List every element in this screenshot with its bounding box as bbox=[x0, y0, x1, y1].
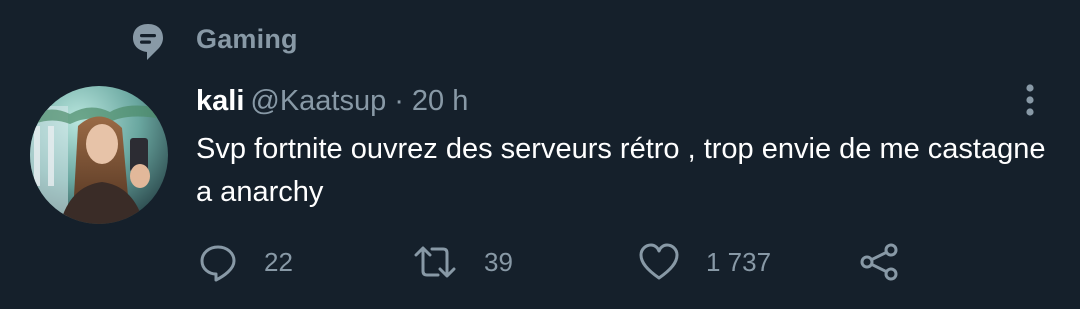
separator-dot: · bbox=[394, 85, 404, 117]
reply-count: 22 bbox=[264, 246, 293, 277]
author-handle[interactable]: @Kaatsup bbox=[250, 85, 386, 117]
topic-label[interactable]: Gaming bbox=[196, 24, 298, 55]
more-vertical-icon bbox=[1010, 84, 1050, 124]
author-name[interactable]: kali bbox=[196, 85, 244, 117]
reply-button[interactable]: 22 bbox=[198, 240, 293, 284]
share-icon bbox=[858, 242, 902, 282]
tweet-text: Svp fortnite ouvrez des serveurs rétro ,… bbox=[196, 133, 1046, 208]
topic-row[interactable]: Gaming bbox=[0, 18, 600, 62]
share-button[interactable] bbox=[858, 240, 902, 284]
retweet-button[interactable]: 39 bbox=[412, 240, 513, 284]
like-button[interactable]: 1 737 bbox=[638, 240, 771, 284]
timestamp[interactable]: 20 h bbox=[412, 85, 468, 117]
tweet-header: kali @Kaatsup · 20 h bbox=[196, 82, 468, 122]
avatar[interactable] bbox=[30, 86, 168, 224]
reply-icon bbox=[198, 242, 238, 282]
retweet-icon bbox=[412, 242, 458, 282]
more-options-button[interactable] bbox=[1010, 80, 1050, 120]
retweet-count: 39 bbox=[484, 246, 513, 277]
heart-icon bbox=[638, 242, 680, 282]
topic-bubble-icon bbox=[130, 22, 166, 62]
like-count: 1 737 bbox=[706, 246, 772, 277]
